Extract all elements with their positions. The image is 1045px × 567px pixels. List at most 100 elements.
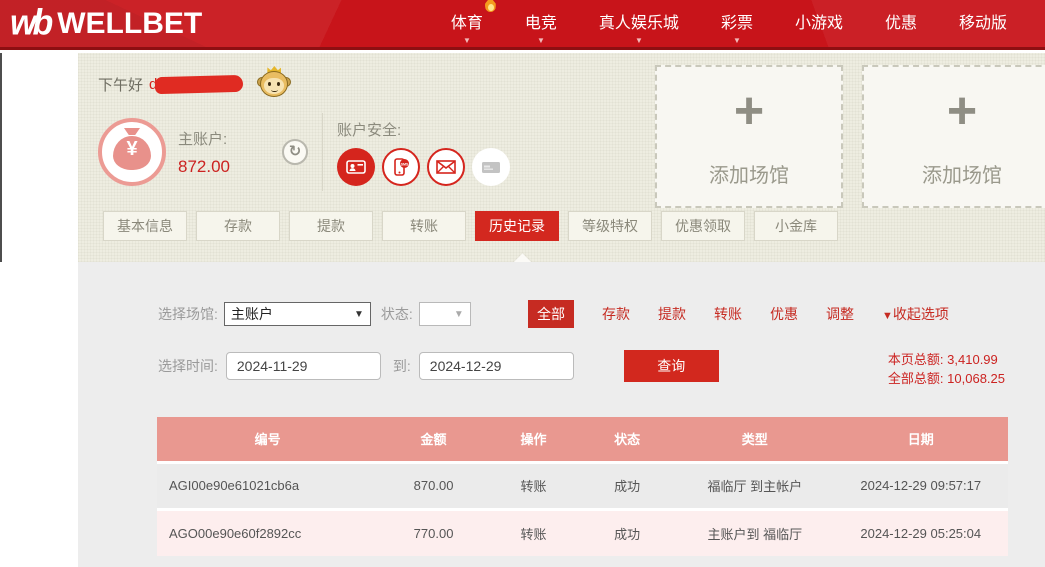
table-row[interactable]: AGO00e90e60f2892cc 770.00 转账 成功 主账户到 福临厅… — [157, 509, 1008, 556]
plus-icon: + — [734, 85, 764, 137]
nav-item-minigames[interactable]: 小游戏 — [795, 1, 843, 46]
query-button[interactable]: 查询 — [624, 350, 719, 382]
page-total: 本页总额: 3,410.99 — [888, 350, 1005, 369]
nav-item-live-casino[interactable]: 真人娱乐城 ▼ — [599, 1, 679, 46]
nav-item-label: 体育 — [451, 9, 483, 33]
brand-logo[interactable]: wb WELLBET — [10, 4, 202, 43]
nav-item-label: 彩票 — [721, 9, 753, 33]
money-bag-icon: ¥ — [98, 118, 166, 186]
filter-link-all[interactable]: 全部 — [528, 300, 574, 328]
account-security-block: 账户安全: SMS — [337, 119, 510, 186]
plus-icon: + — [947, 85, 977, 137]
nav-item-promotions[interactable]: 优惠 — [885, 1, 917, 46]
bank-card-icon[interactable] — [472, 148, 510, 186]
cell-amount: 870.00 — [378, 462, 489, 509]
nav-item-label: 电竞 — [525, 9, 557, 33]
tab-vault[interactable]: 小金库 — [754, 211, 838, 241]
flame-hot-icon — [484, 0, 497, 13]
nav-item-mobile[interactable]: 移动版 — [959, 1, 1007, 46]
window-edge-strip — [0, 53, 2, 262]
account-balance: 872.00 — [178, 157, 230, 177]
add-venue-label: 添加场馆 — [922, 159, 1002, 188]
totals-block: 本页总额: 3,410.99 全部总额: 10,068.25 — [888, 350, 1005, 388]
monkey-avatar — [257, 68, 291, 100]
type-filter-links: 全部 存款 提款 转账 优惠 调整 ▼收起选项 — [528, 300, 949, 328]
tab-history[interactable]: 历史记录 — [475, 211, 559, 241]
filter-link-withdraw[interactable]: 提款 — [658, 304, 686, 324]
nav-item-esports[interactable]: 电竞 ▼ — [525, 1, 557, 46]
to-label: 到: — [393, 356, 411, 376]
chevron-down-icon: ▼ — [354, 309, 364, 320]
brand-logo-text: WELLBET — [57, 7, 202, 41]
chevron-down-icon: ▼ — [635, 36, 643, 46]
tab-promo-claim[interactable]: 优惠领取 — [661, 211, 745, 241]
table-row[interactable]: AGI00e90e61021cb6a 870.00 转账 成功 福临厅 到主帐户… — [157, 462, 1008, 509]
greeting-text: 下午好 — [98, 74, 143, 95]
nav-item-lottery[interactable]: 彩票 ▼ — [721, 1, 753, 46]
cell-status: 成功 — [578, 509, 676, 556]
account-balance-block: 主账户: 872.00 — [178, 128, 230, 177]
history-content: 选择场馆: 主账户 ▼ 状态: ▼ 全部 存款 提款 转账 优惠 调整 ▼收起选… — [78, 262, 1045, 567]
brand-logo-mark-icon: wb — [10, 3, 49, 44]
refresh-balance-icon[interactable]: ↻ — [282, 139, 308, 165]
venue-select-value: 主账户 — [231, 304, 273, 324]
cell-amount: 770.00 — [378, 509, 489, 556]
venue-select-label: 选择场馆: — [158, 304, 218, 324]
cell-operation: 转账 — [489, 509, 578, 556]
svg-text:SMS: SMS — [401, 162, 409, 166]
tab-basic-info[interactable]: 基本信息 — [103, 211, 187, 241]
triangle-down-icon: ▼ — [882, 310, 893, 322]
col-header-id: 编号 — [157, 417, 378, 462]
chevron-down-icon: ▼ — [454, 309, 464, 320]
filter-link-deposit[interactable]: 存款 — [602, 304, 630, 324]
divider — [322, 113, 323, 191]
status-select[interactable]: ▼ — [419, 302, 471, 326]
collapse-options-link[interactable]: ▼收起选项 — [882, 304, 949, 324]
venue-select[interactable]: 主账户 ▼ — [224, 302, 371, 326]
cell-date: 2024-12-29 05:25:04 — [834, 509, 1009, 556]
add-venue-button[interactable]: + 添加场馆 — [862, 65, 1045, 208]
table-header-row: 编号 金额 操作 状态 类型 日期 — [157, 417, 1008, 462]
nav-item-label: 优惠 — [885, 9, 917, 33]
date-from-input[interactable] — [226, 352, 381, 380]
nav-item-label: 移动版 — [959, 9, 1007, 33]
tab-transfer[interactable]: 转账 — [382, 211, 466, 241]
main-account-row: ¥ 主账户: 872.00 ↻ 账户安全: SMS — [98, 113, 510, 191]
tab-deposit[interactable]: 存款 — [196, 211, 280, 241]
all-total: 全部总额: 10,068.25 — [888, 369, 1005, 388]
nav-item-sports[interactable]: 体育 ▼ — [451, 1, 483, 46]
filter-link-adjust[interactable]: 调整 — [826, 304, 854, 324]
id-card-icon[interactable] — [337, 148, 375, 186]
cell-type: 福临厅 到主帐户 — [676, 462, 833, 509]
date-filter-row: 选择时间: 到: 查询 — [158, 350, 719, 382]
col-header-date: 日期 — [834, 417, 1009, 462]
date-to-input[interactable] — [419, 352, 574, 380]
tab-vip-privileges[interactable]: 等级特权 — [568, 211, 652, 241]
account-security-label: 账户安全: — [337, 119, 510, 140]
username-redaction — [155, 74, 243, 93]
cell-type: 主账户到 福临厅 — [676, 509, 833, 556]
col-header-operation: 操作 — [489, 417, 578, 462]
venue-status-filter-row: 选择场馆: 主账户 ▼ 状态: ▼ — [158, 302, 471, 326]
history-table: 编号 金额 操作 状态 类型 日期 AGI00e90e61021cb6a 870… — [157, 417, 1008, 556]
col-header-amount: 金额 — [378, 417, 489, 462]
tab-withdraw[interactable]: 提款 — [289, 211, 373, 241]
filter-link-transfer[interactable]: 转账 — [714, 304, 742, 324]
phone-sms-icon[interactable]: SMS — [382, 148, 420, 186]
main-account-label: 主账户: — [178, 128, 230, 149]
filter-link-promo[interactable]: 优惠 — [770, 304, 798, 324]
chevron-down-icon: ▼ — [537, 36, 545, 46]
col-header-status: 状态 — [578, 417, 676, 462]
time-range-label: 选择时间: — [158, 356, 218, 376]
nav-item-label: 真人娱乐城 — [599, 9, 679, 33]
cell-date: 2024-12-29 09:57:17 — [834, 462, 1009, 509]
chevron-down-icon: ▼ — [463, 36, 471, 46]
cell-status: 成功 — [578, 462, 676, 509]
add-venue-label: 添加场馆 — [709, 159, 789, 188]
greeting: 下午好 d — [98, 68, 291, 100]
cell-id: AGI00e90e61021cb6a — [157, 462, 378, 509]
add-venue-button[interactable]: + 添加场馆 — [655, 65, 843, 208]
cell-operation: 转账 — [489, 462, 578, 509]
nav-item-label: 小游戏 — [795, 9, 843, 33]
email-icon[interactable] — [427, 148, 465, 186]
